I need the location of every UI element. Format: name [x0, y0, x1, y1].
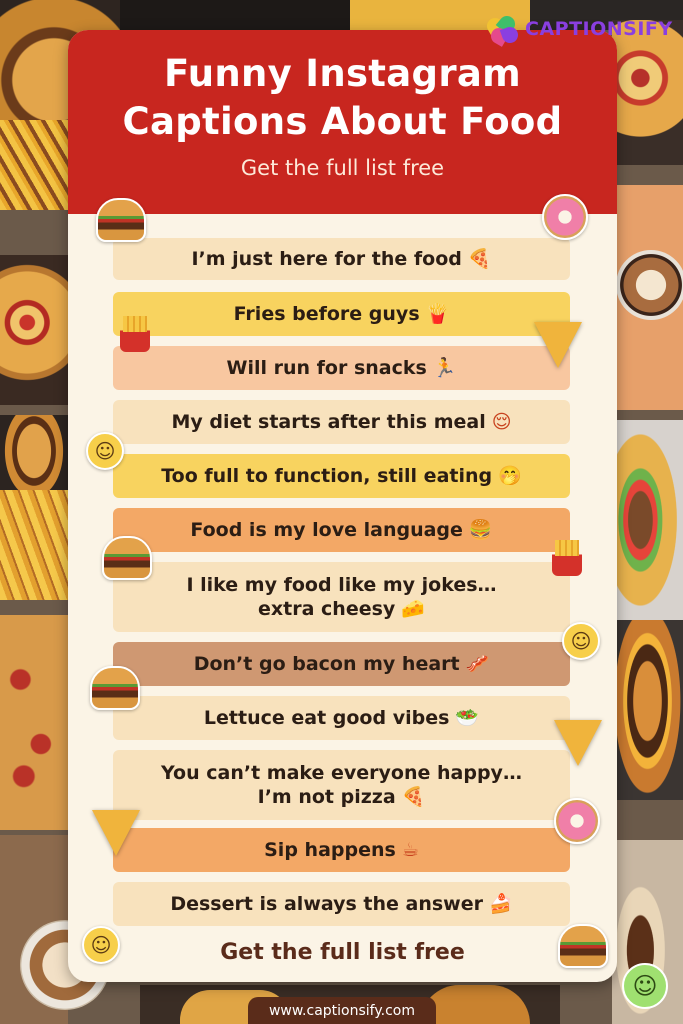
pizza-photo	[0, 615, 68, 830]
pizza-emoji-icon: 🍕	[467, 248, 492, 270]
title-line-1: Funny Instagram	[164, 52, 521, 95]
relieved-face-emoji-icon: 😌	[491, 411, 512, 433]
fries-emoji-icon: 🍟	[425, 303, 450, 325]
caption-text: Fries before guys	[233, 303, 420, 325]
caption-row: Lettuce eat good vibes 🥗	[113, 696, 570, 740]
title-line-2: Captions About Food	[122, 100, 563, 143]
caption-row: I’m just here for the food 🍕	[113, 238, 570, 280]
caption-text-line-2: I’m not pizza	[257, 786, 396, 808]
caption-row: My diet starts after this meal 😌	[113, 400, 570, 444]
cake-emoji-icon: 🍰	[489, 893, 513, 915]
get-full-list-link[interactable]: Get the full list free	[68, 940, 617, 965]
caption-text: Sip happens	[264, 839, 396, 861]
burger-sticker-icon	[96, 198, 146, 242]
caption-card: Funny Instagram Captions About Food Get …	[68, 30, 617, 982]
donut-sticker-icon	[554, 798, 600, 844]
caption-text: My diet starts after this meal	[171, 411, 486, 433]
smiley-sticker-icon: ☺	[562, 622, 600, 660]
caption-text: Don’t go bacon my heart	[193, 653, 460, 675]
caption-text: Will run for snacks	[226, 357, 427, 379]
burger-photo	[612, 620, 683, 800]
caption-row: Don’t go bacon my heart 🥓	[113, 642, 570, 686]
caption-text: Food is my love language	[190, 519, 463, 541]
caption-text-line-2: extra cheesy	[258, 598, 396, 620]
salad-emoji-icon: 🥗	[455, 707, 480, 729]
subtitle: Get the full list free	[240, 156, 445, 180]
food-photo	[120, 0, 350, 30]
caption-row: Sip happens ☕	[113, 828, 570, 872]
fries-photo	[0, 120, 70, 210]
burger-sticker-icon	[558, 924, 608, 968]
caption-text: Lettuce eat good vibes	[203, 707, 450, 729]
bacon-emoji-icon: 🥓	[465, 653, 490, 675]
captionsify-logo[interactable]: CAPTIONSIFY	[484, 12, 673, 47]
caption-text: Dessert is always the answer	[170, 893, 483, 915]
cheese-emoji-icon: 🧀	[401, 598, 425, 620]
donut-sticker-icon	[542, 194, 588, 240]
runner-emoji-icon: 🏃	[432, 357, 457, 379]
caption-row: Too full to function, still eating 🤭	[113, 454, 570, 498]
pizza-sticker-icon	[92, 810, 140, 856]
caption-row: Will run for snacks 🏃	[113, 346, 570, 390]
burger-sticker-icon	[90, 666, 140, 710]
hand-over-mouth-emoji-icon: 🤭	[498, 465, 522, 487]
fries-photo	[0, 490, 68, 600]
caption-text: Too full to function, still eating	[161, 465, 493, 487]
pizza-sticker-icon	[534, 322, 582, 368]
burger-emoji-icon: 🍔	[468, 519, 493, 541]
smiley-sticker-icon: ☺	[622, 963, 668, 1009]
fries-sticker-icon	[552, 540, 582, 576]
smiley-sticker-icon: ☺	[86, 432, 124, 470]
coffee-emoji-icon: ☕	[401, 839, 419, 861]
page-title: Funny Instagram Captions About Food	[68, 30, 617, 146]
latte-cup-photo	[616, 250, 683, 320]
caption-row: I like my food like my jokes… extra chee…	[113, 562, 570, 632]
caption-row: Fries before guys 🍟	[113, 292, 570, 336]
caption-row: Dessert is always the answer 🍰	[113, 882, 570, 926]
smiley-sticker-icon: ☺	[82, 926, 120, 964]
caption-text-line-1: I like my food like my jokes…	[186, 574, 497, 596]
caption-text: I’m just here for the food	[191, 248, 462, 270]
butterfly-logo-icon	[484, 12, 521, 47]
caption-row: You can’t make everyone happy… I’m not p…	[113, 750, 570, 820]
website-url[interactable]: www.captionsify.com	[248, 997, 436, 1024]
caption-row: Food is my love language 🍔	[113, 508, 570, 552]
taco-photo	[612, 420, 683, 620]
card-header: Funny Instagram Captions About Food Get …	[68, 30, 617, 214]
burger-sticker-icon	[102, 536, 152, 580]
pizza-sticker-icon	[554, 720, 602, 766]
pizza-emoji-icon: 🍕	[401, 786, 426, 808]
caption-text-line-1: You can’t make everyone happy…	[161, 762, 522, 784]
pizza-photo	[0, 255, 68, 405]
fries-sticker-icon	[120, 316, 150, 352]
brand-name: CAPTIONSIFY	[525, 18, 673, 40]
